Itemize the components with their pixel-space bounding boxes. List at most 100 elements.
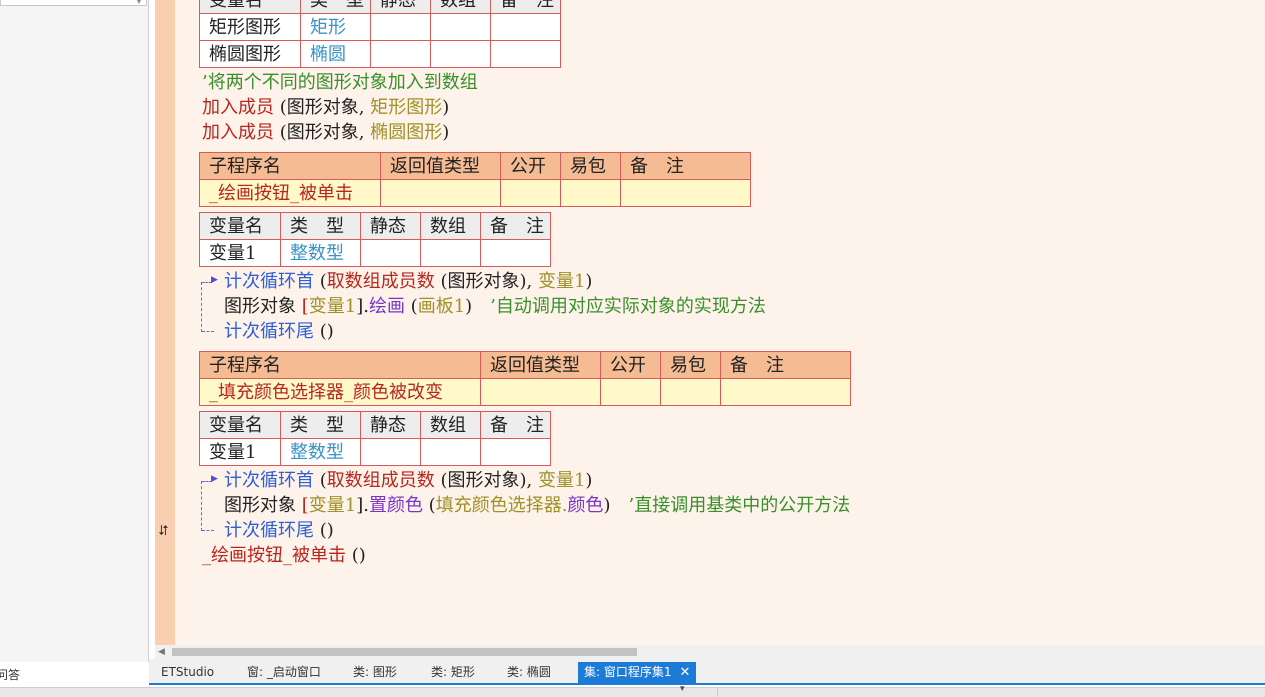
var-array-cell[interactable] xyxy=(420,239,481,267)
tab-label: ETStudio xyxy=(161,665,215,679)
scroll-left-arrow-icon[interactable]: ◀ xyxy=(158,645,165,659)
jump-arrow-icon[interactable]: ⮃ xyxy=(158,523,169,539)
loop-keyword: 计次循环首 xyxy=(224,271,314,292)
return-type-cell[interactable] xyxy=(480,378,601,406)
loop-keyword: 计次循环尾 xyxy=(224,321,314,342)
method-name: 置颜色 xyxy=(368,495,423,516)
var-static-cell[interactable] xyxy=(360,438,421,466)
var-note-cell[interactable] xyxy=(480,239,551,267)
var-static-cell[interactable] xyxy=(370,13,431,41)
paren: ( xyxy=(274,122,287,143)
var-note-cell[interactable] xyxy=(490,40,561,68)
paren: ), xyxy=(519,470,538,491)
local-variable-table-2: 变量名 类 型 静态 数组 备 注 变量1 整数型 xyxy=(199,411,551,466)
document-tab-bar: ETStudio 窗: _启动窗口 类: 图形 类: 矩形 类: 椭圆 集: 窗… xyxy=(149,659,1265,685)
code-line-loop-body[interactable]: 图形对象 [变量1].置颜色 (填充颜色选择器.颜色) ’直接调用基类中的公开方… xyxy=(224,495,850,517)
tab-startup-window[interactable]: 窗: _启动窗口 xyxy=(241,662,327,683)
horizontal-scrollbar[interactable]: ◀ xyxy=(155,645,1265,659)
tab-class-ellipse[interactable]: 类: 椭圆 xyxy=(501,662,557,683)
header-note: 备 注 xyxy=(720,351,851,379)
code-line-loop-body[interactable]: 图形对象 [变量1].绘画 (画板1) ’自动调用对应实际对象的实现方法 xyxy=(224,296,766,318)
table-row[interactable]: 变量1 整数型 xyxy=(199,438,551,466)
code-line-loop-head[interactable]: 计次循环首 (取数组成员数 (图形对象), 变量1) xyxy=(224,271,592,293)
tab-label: 集: 窗口程序集1 xyxy=(584,665,672,679)
table-row[interactable]: 矩形图形 矩形 xyxy=(199,13,561,41)
paren: () xyxy=(314,520,334,541)
scrollbar-thumb[interactable] xyxy=(172,648,637,656)
left-panel-caption[interactable]: 问答 xyxy=(0,666,20,683)
header-array: 数组 xyxy=(420,212,481,240)
header-var-name: 变量名 xyxy=(199,0,301,14)
var-name-cell[interactable]: 变量1 xyxy=(199,239,281,267)
var-static-cell[interactable] xyxy=(370,40,431,68)
var-type-cell[interactable]: 椭圆 xyxy=(300,40,371,68)
note-cell[interactable] xyxy=(720,378,851,406)
sub-name-cell[interactable]: _绘画按钮_被单击 xyxy=(199,179,381,207)
header-type: 类 型 xyxy=(280,411,361,439)
code-line-add-member-2[interactable]: 加入成员 (图形对象, 椭圆图形) xyxy=(202,122,449,144)
header-array: 数组 xyxy=(420,411,481,439)
note-cell[interactable] xyxy=(620,179,751,207)
tab-class-shape[interactable]: 类: 图形 xyxy=(347,662,403,683)
header-return-type: 返回值类型 xyxy=(480,351,601,379)
func-name: 取数组成员数 xyxy=(326,470,435,491)
tab-etstudio[interactable]: ETStudio xyxy=(155,662,220,683)
code-line-final-call[interactable]: _绘画按钮_被单击 () xyxy=(202,545,366,567)
index: 变量1 xyxy=(308,495,357,516)
code-line-loop-head[interactable]: 计次循环首 (取数组成员数 (图形对象), 变量1) xyxy=(224,470,592,492)
var-type-cell[interactable]: 矩形 xyxy=(300,13,371,41)
var-type-cell[interactable]: 整数型 xyxy=(280,438,361,466)
paren: () xyxy=(346,545,366,566)
header-easy-pack: 易包 xyxy=(660,351,721,379)
code-line-add-member-1[interactable]: 加入成员 (图形对象, 矩形图形) xyxy=(202,97,449,119)
tab-class-rectangle[interactable]: 类: 矩形 xyxy=(425,662,481,683)
method-name: 绘画 xyxy=(368,296,405,317)
var-note-cell[interactable] xyxy=(490,13,561,41)
easy-pack-cell[interactable] xyxy=(660,378,721,406)
arg: 图形对象 xyxy=(286,122,359,143)
inline-comment: ’直接调用基类中的公开方法 xyxy=(610,495,851,516)
dropdown-arrow-icon[interactable]: ▼ xyxy=(136,0,142,5)
close-icon[interactable]: ✕ xyxy=(680,665,691,680)
table-row[interactable]: _绘画按钮_被单击 xyxy=(199,179,751,207)
paren: ), xyxy=(519,271,538,292)
arg: 图形对象 xyxy=(447,470,520,491)
var-name-cell[interactable]: 矩形图形 xyxy=(199,13,301,41)
index: 变量1 xyxy=(308,296,357,317)
table-row[interactable]: 椭圆图形 椭圆 xyxy=(199,40,561,68)
loop-arrow-icon: ▶ xyxy=(211,474,218,484)
var-array-cell[interactable] xyxy=(420,438,481,466)
return-type-cell[interactable] xyxy=(380,179,501,207)
header-static: 静态 xyxy=(370,0,431,14)
var-note-cell[interactable] xyxy=(480,438,551,466)
tab-label: 类: 矩形 xyxy=(431,665,475,679)
loop-keyword: 计次循环尾 xyxy=(224,520,314,541)
header-note: 备 注 xyxy=(480,212,551,240)
loop-keyword: 计次循环首 xyxy=(224,470,314,491)
var-type-cell[interactable]: 整数型 xyxy=(280,239,361,267)
loop-bracket: ▶ xyxy=(201,275,221,332)
var-static-cell[interactable] xyxy=(360,239,421,267)
easy-pack-cell[interactable] xyxy=(560,179,621,207)
var-name-cell[interactable]: 椭圆图形 xyxy=(199,40,301,68)
func-name: 加入成员 xyxy=(202,122,274,143)
table-row[interactable]: _填充颜色选择器_颜色被改变 xyxy=(199,378,851,406)
subroutine-table-2: 子程序名 返回值类型 公开 易包 备 注 _填充颜色选择器_颜色被改变 xyxy=(199,351,851,406)
var-name-cell[interactable]: 变量1 xyxy=(199,438,281,466)
var-array-cell[interactable] xyxy=(430,13,491,41)
tab-window-assembly-1[interactable]: 集: 窗口程序集1 ✕ xyxy=(578,662,697,683)
sub-name-cell[interactable]: _填充颜色选择器_颜色被改变 xyxy=(199,378,481,406)
table-row[interactable]: 变量1 整数型 xyxy=(199,239,551,267)
code-comment[interactable]: ’将两个不同的图形对象加入到数组 xyxy=(202,72,478,94)
public-cell[interactable] xyxy=(600,378,661,406)
code-line-loop-tail[interactable]: 计次循环尾 () xyxy=(224,321,334,343)
left-panel: ▼ xyxy=(0,0,149,662)
code-line-loop-tail[interactable]: 计次循环尾 () xyxy=(224,520,334,542)
var-array-cell[interactable] xyxy=(430,40,491,68)
top-variable-table: 变量名 类 型 静态 数组 备 注 矩形图形 矩形 椭圆图形 椭圆 xyxy=(199,0,561,68)
arg: 图形对象 xyxy=(447,271,520,292)
table-header-row: 变量名 类 型 静态 数组 备 注 xyxy=(199,212,551,240)
header-note: 备 注 xyxy=(490,0,561,14)
public-cell[interactable] xyxy=(500,179,561,207)
left-search-input[interactable]: ▼ xyxy=(0,0,147,6)
